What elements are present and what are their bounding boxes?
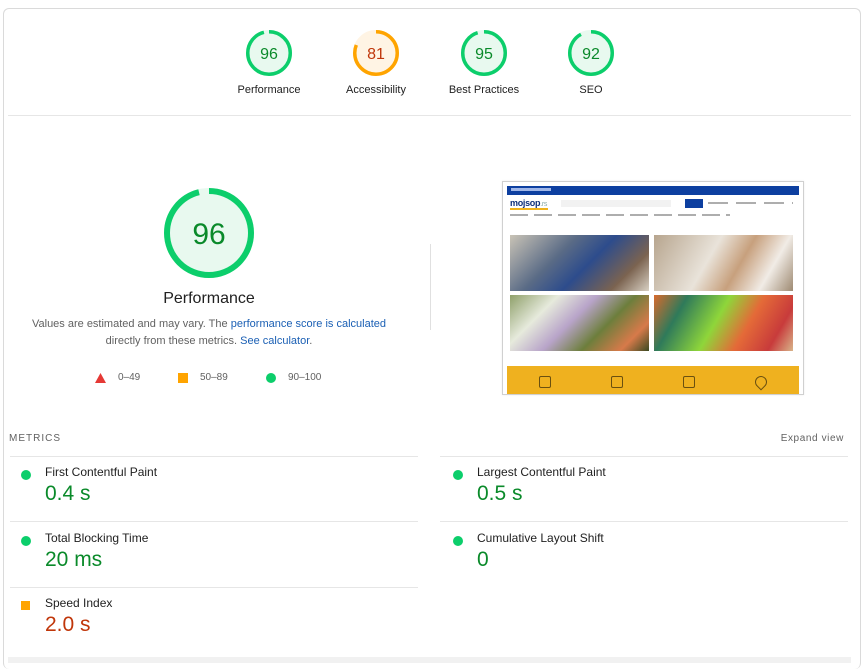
square-average-icon — [178, 372, 188, 383]
see-calculator-link[interactable]: See calculator — [240, 335, 309, 347]
category-gauges: 96 Performance 81 Accessibility 95 Best … — [0, 30, 863, 100]
section-footer — [8, 657, 851, 663]
gauge-label: SEO — [579, 84, 603, 96]
gauge-seo[interactable]: 92 SEO — [541, 30, 641, 96]
divider — [8, 115, 851, 116]
truck-icon — [539, 376, 551, 388]
performance-description: Values are estimated and may vary. The p… — [20, 316, 398, 350]
thumb-logo-bar — [510, 208, 548, 210]
divider — [440, 521, 848, 522]
legend-item-average: 50–89 — [178, 372, 228, 383]
gauge-score: 96 — [192, 218, 225, 251]
metrics-heading: METRICS — [9, 433, 61, 444]
gauge-best-practices[interactable]: 95 Best Practices — [434, 30, 534, 96]
gauge-label: Best Practices — [448, 84, 520, 96]
expand-view-button[interactable]: Expand view — [781, 433, 844, 444]
metric-name: Cumulative Layout Shift — [477, 531, 604, 545]
metric-value: 0.5 s — [477, 482, 523, 505]
gauge-ring: 92 — [568, 30, 614, 76]
thumb-image-workshop — [654, 235, 793, 291]
final-screenshot-thumbnail[interactable]: mojsop.rs — [502, 181, 804, 395]
thumb-image-garden — [510, 235, 649, 291]
gauge-score: 96 — [260, 46, 278, 63]
metric-value: 0 — [477, 548, 489, 571]
gauge-score: 95 — [475, 46, 493, 63]
cart-icon — [683, 376, 695, 388]
desc-text: Values are estimated and may vary. The — [31, 318, 231, 330]
performance-title: Performance — [163, 290, 255, 307]
metric-name: Total Blocking Time — [45, 531, 149, 545]
metric-name: First Contentful Paint — [45, 465, 158, 479]
metric-cumulative-layout-shift: Cumulative Layout Shift 0 — [442, 528, 842, 588]
score-calculated-link[interactable]: performance score is calculated — [231, 318, 386, 330]
square-average-icon — [21, 601, 30, 610]
desc-text: . — [309, 335, 313, 347]
thumb-search — [561, 200, 671, 207]
performance-gauge: 96 — [164, 188, 254, 278]
card-icon — [611, 376, 623, 388]
metric-largest-contentful-paint: Largest Contentful Paint 0.5 s — [442, 462, 842, 522]
legend-range: 0–49 — [118, 372, 141, 383]
thumb-topbar — [507, 186, 799, 195]
metric-first-contentful-paint: First Contentful Paint 0.4 s — [10, 462, 410, 522]
performance-summary: 96 Performance Values are estimated and … — [20, 188, 398, 350]
thumb-image-cleaning — [654, 295, 793, 351]
thumb-logo: mojsop.rs — [510, 198, 548, 208]
metric-value: 0.4 s — [45, 482, 91, 505]
legend-item-pass: 90–100 — [266, 372, 321, 383]
circle-pass-icon — [21, 470, 31, 480]
divider — [430, 244, 431, 330]
gauge-label: Performance — [237, 84, 301, 96]
legend-range: 90–100 — [288, 372, 322, 383]
circle-pass-icon — [266, 372, 276, 383]
gauge-score: 92 — [582, 46, 600, 63]
metric-value: 20 ms — [45, 548, 103, 571]
metric-value: 2.0 s — [45, 613, 91, 636]
gauge-label: Accessibility — [346, 84, 406, 96]
thumb-nav — [510, 214, 730, 216]
divider — [10, 587, 418, 588]
divider — [10, 456, 418, 457]
gauge-accessibility[interactable]: 81 Accessibility — [326, 30, 426, 96]
gauge-ring: 81 — [353, 30, 399, 76]
metric-name: Speed Index — [45, 596, 113, 610]
thumb-image-flowers — [510, 295, 649, 351]
circle-pass-icon — [21, 536, 31, 546]
metric-name: Largest Contentful Paint — [477, 465, 606, 479]
divider — [440, 456, 848, 457]
metric-speed-index: Speed Index 2.0 s — [10, 593, 410, 653]
circle-pass-icon — [453, 470, 463, 480]
legend-item-fail: 0–49 — [95, 372, 140, 383]
legend-range: 50–89 — [200, 372, 228, 383]
gauge-score: 81 — [367, 46, 385, 63]
gauge-ring: 95 — [461, 30, 507, 76]
circle-pass-icon — [453, 536, 463, 546]
gauge-ring: 96 — [246, 30, 292, 76]
divider — [10, 521, 418, 522]
metric-total-blocking-time: Total Blocking Time 20 ms — [10, 528, 410, 588]
desc-text: directly from these metrics. — [105, 335, 241, 347]
gauge-performance[interactable]: 96 Performance — [219, 30, 319, 96]
thumb-search-button — [685, 199, 703, 208]
triangle-fail-icon — [95, 372, 106, 383]
thumb-header-links — [708, 202, 793, 204]
